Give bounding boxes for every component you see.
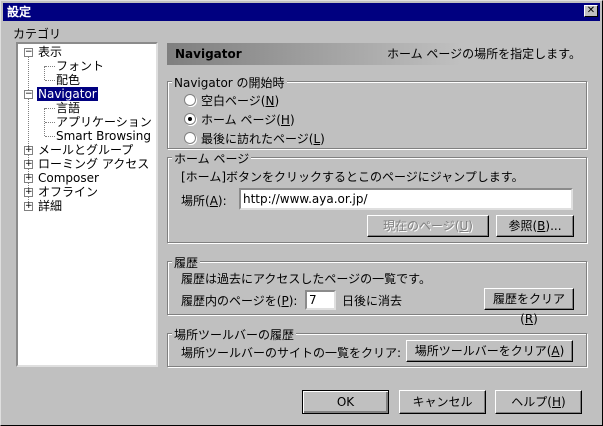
ok-button[interactable]: OK bbox=[302, 390, 389, 414]
history-days-suffix: 日後に消去 bbox=[342, 294, 403, 308]
homepage-hint: [ホーム]ボタンをクリックするとこのページにジャンプします。 bbox=[181, 170, 524, 184]
close-icon: ✕ bbox=[586, 5, 596, 16]
radio-last-label[interactable]: 最後に訪れたページ(L) bbox=[201, 130, 325, 147]
title-bar: 設定 ✕ bbox=[3, 3, 600, 21]
radio-home-label[interactable]: ホーム ページ(H) bbox=[201, 111, 295, 128]
tree-item-display[interactable]: 表示 bbox=[38, 45, 62, 59]
location-label: 場所(A): bbox=[181, 194, 227, 208]
expand-icon[interactable]: + bbox=[24, 160, 33, 169]
expand-icon[interactable]: + bbox=[24, 146, 33, 155]
startup-group-label: Navigator の開始時 bbox=[172, 74, 287, 91]
tree-item-color[interactable]: 配色 bbox=[56, 73, 80, 87]
category-tree[interactable]: − 表示 フォント 配色 − Navigator 言語 アプリケーション Sma… bbox=[16, 42, 158, 367]
cancel-button[interactable]: キャンセル bbox=[399, 390, 486, 414]
tree-item-roaming[interactable]: ローミング アクセス bbox=[38, 157, 149, 171]
clear-history-button[interactable]: 履歴をクリア(R) bbox=[484, 288, 574, 326]
tree-branch bbox=[45, 122, 55, 123]
tree-item-language[interactable]: 言語 bbox=[56, 101, 80, 115]
collapse-icon[interactable]: − bbox=[24, 90, 33, 99]
radio-blank[interactable] bbox=[184, 94, 196, 106]
radio-last[interactable] bbox=[184, 132, 196, 144]
collapse-icon[interactable]: − bbox=[24, 48, 33, 57]
locbar-hint: 場所ツールバーのサイトの一覧をクリア: bbox=[181, 346, 402, 360]
current-page-button[interactable]: 現在のページ(U) bbox=[367, 215, 489, 237]
tree-branch bbox=[45, 108, 55, 109]
history-hint: 履歴は過去にアクセスしたページの一覧です。 bbox=[181, 272, 431, 286]
panel-header: Navigator ホーム ページの場所を指定します。 bbox=[167, 43, 587, 65]
tree-branch bbox=[45, 66, 55, 67]
tree-item-font[interactable]: フォント bbox=[56, 59, 104, 73]
locbar-group-label: 場所ツールバーの履歴 bbox=[172, 326, 297, 343]
radio-home[interactable] bbox=[184, 113, 196, 125]
clear-locbar-button[interactable]: 場所ツールバーをクリア(A) bbox=[406, 340, 573, 362]
homepage-group-label: ホーム ページ bbox=[172, 150, 252, 167]
help-button[interactable]: ヘルプ(H) bbox=[495, 390, 582, 414]
history-days-label: 履歴内のページを(P): bbox=[181, 294, 298, 308]
tree-item-composer[interactable]: Composer bbox=[38, 171, 99, 185]
tree-branch bbox=[45, 136, 55, 137]
tree-item-smart-browsing[interactable]: Smart Browsing bbox=[56, 129, 151, 143]
panel-description: ホーム ページの場所を指定します。 bbox=[386, 47, 581, 61]
tree-item-mail-groups[interactable]: メールとグループ bbox=[38, 143, 133, 157]
expand-icon[interactable]: + bbox=[24, 174, 33, 183]
panel-title: Navigator bbox=[175, 47, 242, 61]
expand-icon[interactable]: + bbox=[24, 188, 33, 197]
settings-dialog: 設定 ✕ カテゴリ − 表示 フォント 配色 − Navigator 言語 アプ… bbox=[0, 0, 603, 426]
category-label: カテゴリ bbox=[13, 27, 62, 41]
tree-branch bbox=[45, 80, 55, 81]
tree-item-detail[interactable]: 詳細 bbox=[38, 199, 62, 213]
radio-blank-label[interactable]: 空白ページ(N) bbox=[201, 92, 279, 109]
browse-button[interactable]: 参照(B)... bbox=[496, 215, 574, 237]
expand-icon[interactable]: + bbox=[24, 202, 33, 211]
tree-item-application[interactable]: アプリケーション bbox=[56, 115, 152, 129]
history-group-label: 履歴 bbox=[172, 254, 201, 271]
tree-item-offline[interactable]: オフライン bbox=[38, 185, 98, 199]
homepage-url-input[interactable]: http://www.aya.or.jp/ bbox=[239, 188, 573, 210]
window-title: 設定 bbox=[7, 5, 32, 19]
close-button[interactable]: ✕ bbox=[584, 5, 598, 17]
history-days-input[interactable]: 7 bbox=[305, 290, 336, 310]
tree-guide-line bbox=[44, 66, 45, 80]
tree-item-navigator[interactable]: Navigator bbox=[37, 87, 98, 101]
